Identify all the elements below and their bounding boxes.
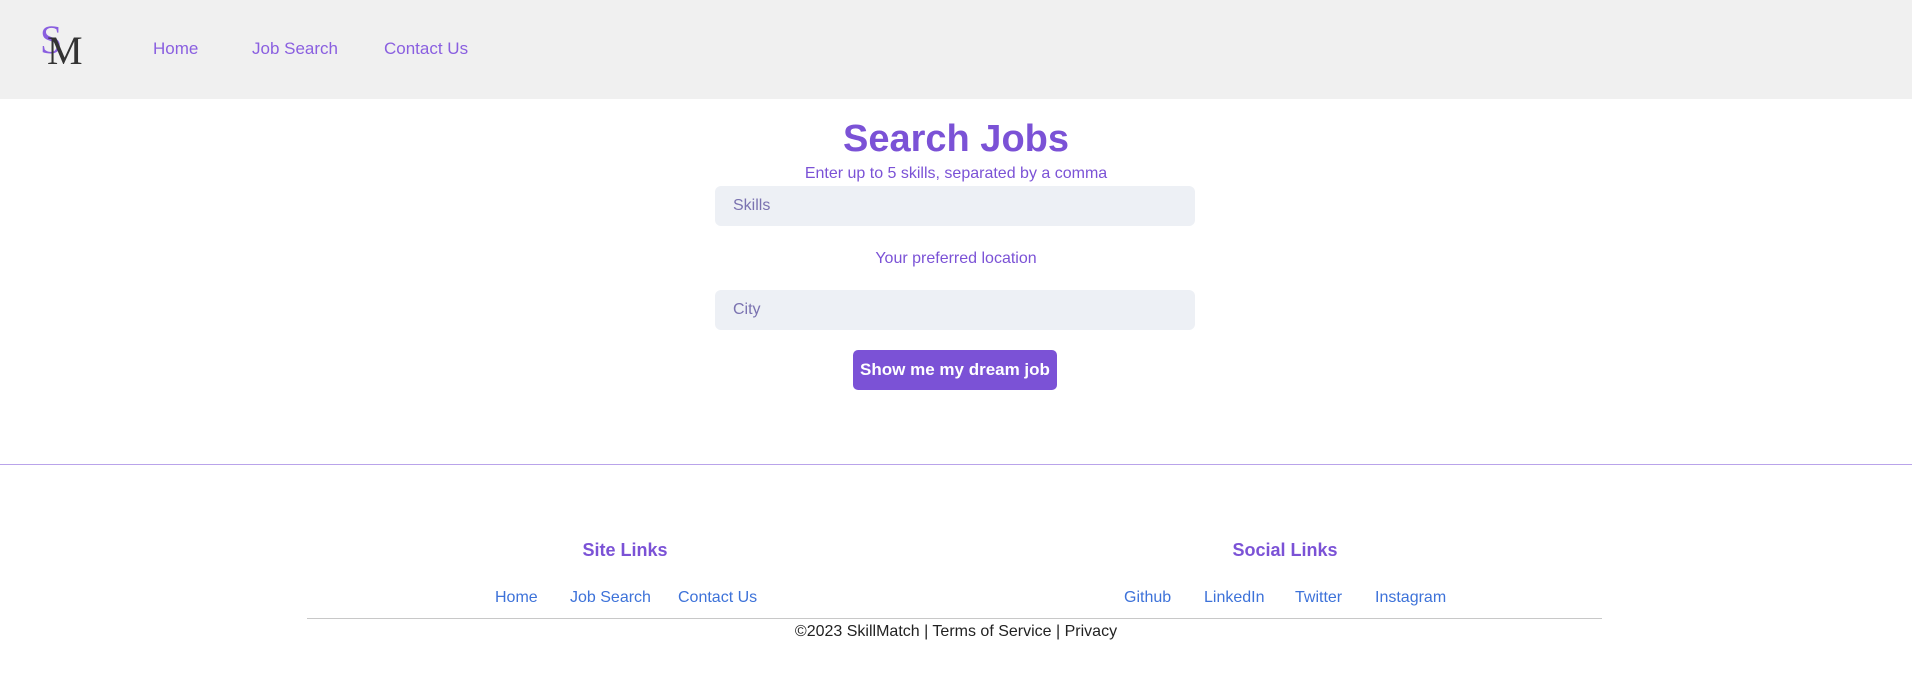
- copyright-separator: |: [924, 623, 929, 640]
- nav-contact-us-link[interactable]: Contact Us: [384, 39, 468, 59]
- footer-link-instagram[interactable]: Instagram: [1375, 589, 1446, 607]
- submit-search-button[interactable]: Show me my dream job: [853, 350, 1057, 390]
- privacy-link[interactable]: Privacy: [1065, 623, 1117, 640]
- page-title: Search Jobs: [843, 118, 1069, 160]
- footer-link-job-search[interactable]: Job Search: [570, 589, 651, 607]
- footer-link-home[interactable]: Home: [495, 589, 538, 607]
- copyright-text: ©2023 SkillMatch: [794, 623, 920, 640]
- skills-input[interactable]: [715, 186, 1195, 226]
- location-label: Your preferred location: [875, 250, 1037, 267]
- footer-link-github[interactable]: Github: [1124, 589, 1171, 607]
- footer-link-twitter[interactable]: Twitter: [1295, 589, 1342, 607]
- footer-link-contact-us[interactable]: Contact Us: [678, 589, 757, 607]
- copyright-line: ©2023 SkillMatch | Terms of Service | Pr…: [0, 623, 1912, 641]
- nav-home-link[interactable]: Home: [153, 39, 198, 59]
- skillmatch-logo[interactable]: S M: [40, 17, 86, 73]
- social-links-heading: Social Links: [1232, 540, 1338, 560]
- terms-of-service-link[interactable]: Terms of Service: [932, 623, 1051, 640]
- copyright-separator: |: [1056, 623, 1061, 640]
- skills-hint: Enter up to 5 skills, separated by a com…: [804, 165, 1108, 182]
- nav-job-search-link[interactable]: Job Search: [252, 39, 338, 59]
- top-navbar: S M Home Job Search Contact Us: [0, 0, 1912, 99]
- city-input[interactable]: [715, 290, 1195, 330]
- site-links-heading: Site Links: [582, 540, 668, 560]
- footer-divider: [307, 618, 1602, 619]
- footer-link-linkedin[interactable]: LinkedIn: [1204, 589, 1265, 607]
- logo-letter-m: M: [47, 28, 83, 73]
- section-divider: [0, 464, 1912, 465]
